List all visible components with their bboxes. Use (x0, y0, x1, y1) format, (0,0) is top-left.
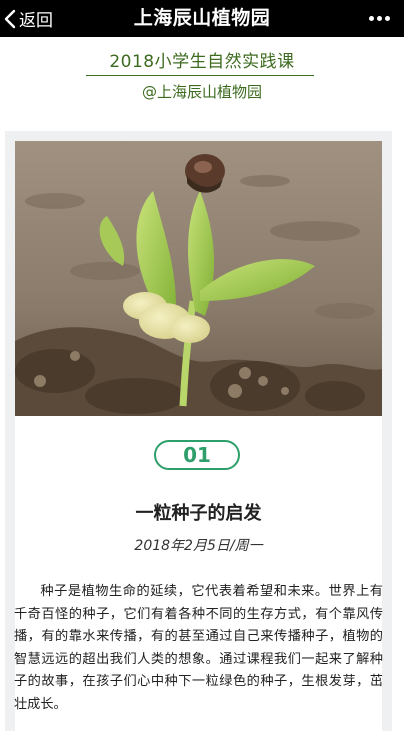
lesson-number-badge: 01 (154, 440, 240, 470)
lesson-card-inner: 01 一粒种子的启发 2018年2月5日/周一 种子是植物生命的延续，它代表着希… (14, 141, 383, 741)
article-header: 2018小学生自然实践课 @上海辰山植物园 (0, 37, 404, 117)
page-title: 上海辰山植物园 (133, 7, 271, 29)
lesson-title: 一粒种子的启发 (135, 503, 262, 524)
course-title: 2018小学生自然实践课 (109, 52, 295, 72)
lesson-body-text: 种子是植物生命的延续，它代表着希望和未来。世界上有千奇百怪的种子，它们有着各种不… (14, 584, 383, 712)
top-nav-bar: 返回 上海辰山植物园 (0, 0, 404, 37)
divider-line (86, 75, 314, 76)
lesson-date: 2018年2月5日/周一 (134, 538, 263, 554)
lesson-card: 01 一粒种子的启发 2018年2月5日/周一 种子是植物生命的延续，它代表着希… (5, 131, 392, 741)
org-handle: @上海辰山植物园 (141, 83, 262, 101)
more-dots-icon[interactable] (364, 0, 394, 37)
seedling-photo (15, 141, 382, 416)
